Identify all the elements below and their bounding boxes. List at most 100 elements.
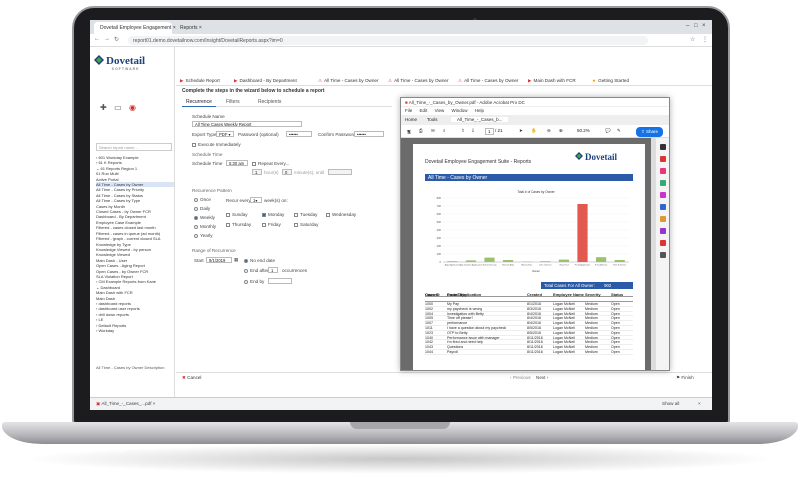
page-number-field[interactable]: 1 bbox=[485, 128, 494, 135]
end-after-radio[interactable]: End after bbox=[244, 268, 269, 273]
no-end-date-radio[interactable]: No end date bbox=[244, 258, 275, 263]
print-icon[interactable]: ⎙ bbox=[419, 128, 423, 133]
day-friday[interactable]: Friday bbox=[262, 222, 281, 227]
save-icon[interactable]: 🖫 bbox=[407, 128, 411, 136]
export-pdf-icon[interactable] bbox=[659, 156, 666, 162]
day-sunday[interactable]: Sunday bbox=[226, 212, 248, 217]
browser-tab[interactable]: Dovetail Employee Engagement × bbox=[94, 22, 176, 34]
x-axis-label: Owner bbox=[532, 269, 540, 273]
pattern-monthly[interactable]: Monthly bbox=[194, 224, 216, 229]
tab-report[interactable]: ⚠ All Time - Cases by Owner bbox=[318, 78, 379, 84]
repeat-every-checkbox[interactable]: Repeat Every... bbox=[252, 161, 289, 166]
share-button[interactable]: ⇪ Share bbox=[635, 127, 663, 137]
close-download-bar-icon[interactable]: × bbox=[698, 401, 701, 406]
pattern-once[interactable]: Once bbox=[194, 197, 211, 202]
tab-report[interactable]: ⚠ All Time - Cases by Owner bbox=[458, 78, 519, 84]
page-up-icon[interactable]: ⇧ bbox=[461, 128, 465, 134]
protect-icon[interactable] bbox=[659, 240, 666, 246]
day-wednesday[interactable]: Wednesday bbox=[326, 212, 356, 217]
show-all-button[interactable]: Show all bbox=[662, 401, 679, 406]
day-monday[interactable]: Monday bbox=[262, 212, 284, 217]
fill-sign-icon[interactable] bbox=[659, 228, 666, 234]
calendar-icon[interactable]: ▦ bbox=[234, 257, 238, 263]
end-by-field[interactable] bbox=[268, 278, 292, 284]
zoom-in-icon[interactable]: ⊕ bbox=[559, 128, 563, 134]
comment-icon[interactable]: 💬 bbox=[605, 128, 611, 134]
pattern-daily[interactable]: Daily bbox=[194, 206, 210, 211]
tab-filters[interactable]: Filters bbox=[222, 98, 244, 106]
hand-icon[interactable]: ✋ bbox=[531, 128, 537, 134]
cancel-button[interactable]: ✖ Cancel bbox=[182, 375, 201, 381]
report-tree: › 601 Workday Example › 61 K Reports ⌄ 61 … bbox=[96, 155, 174, 333]
folder-icon[interactable]: ▭ bbox=[114, 103, 122, 112]
create-pdf-icon[interactable] bbox=[659, 168, 666, 174]
add-icon[interactable]: ✚ bbox=[100, 103, 107, 112]
tree-item[interactable]: › Workday bbox=[96, 328, 174, 333]
zoom-tool-icon[interactable] bbox=[659, 144, 666, 150]
menu-edit[interactable]: Edit bbox=[420, 108, 428, 113]
close-icon[interactable]: × bbox=[702, 23, 706, 29]
minimize-icon[interactable]: – bbox=[686, 23, 689, 29]
search-icon[interactable]: ⌕ bbox=[443, 128, 446, 133]
export-type-select[interactable]: PDF ▾ bbox=[216, 131, 234, 137]
execute-immediately-checkbox[interactable]: Execute Immediately bbox=[192, 142, 241, 147]
next-button[interactable]: Next › bbox=[536, 375, 548, 380]
day-thursday[interactable]: Thursday bbox=[226, 222, 251, 227]
previous-button[interactable]: ‹ Previous bbox=[510, 375, 531, 380]
tab-schedule-report[interactable]: ▶ Schedule Report bbox=[180, 78, 220, 84]
star-icon[interactable]: ☆ bbox=[690, 36, 695, 43]
pdf-tab-home[interactable]: Home bbox=[405, 117, 417, 122]
organize-icon[interactable] bbox=[659, 204, 666, 210]
tab-report[interactable]: ⚠ All Time - Cases by Owner bbox=[388, 78, 449, 84]
edit-pdf-icon[interactable] bbox=[659, 180, 666, 186]
pdf-tab-document[interactable]: All_Time_-_Cases_b... bbox=[451, 117, 509, 122]
more-tools-icon[interactable] bbox=[659, 252, 666, 258]
record-icon[interactable]: ◉ bbox=[129, 103, 136, 112]
page-down-icon[interactable]: ⇩ bbox=[471, 128, 475, 134]
report-search-input[interactable]: Search report name... bbox=[96, 143, 172, 151]
menu-window[interactable]: Window bbox=[452, 108, 468, 113]
menu-icon[interactable]: ⋮ bbox=[702, 36, 708, 43]
day-saturday[interactable]: Saturday bbox=[294, 222, 318, 227]
back-icon[interactable]: ← bbox=[94, 36, 100, 42]
end-by-radio[interactable]: End by bbox=[244, 279, 264, 284]
end-after-field[interactable]: 1 bbox=[268, 267, 278, 273]
password-field[interactable]: •••••• bbox=[286, 131, 312, 137]
tab-report[interactable]: ▶ Main Dash with FCR bbox=[528, 78, 576, 84]
day-tuesday[interactable]: Tuesday bbox=[294, 212, 317, 217]
select-icon[interactable]: ➤ bbox=[519, 128, 523, 134]
zoom-out-icon[interactable]: ⊖ bbox=[547, 128, 551, 134]
url-field[interactable]: report01.demo.dovetailnow.com/Insight/Do… bbox=[128, 36, 648, 45]
until-field[interactable] bbox=[328, 169, 352, 175]
comment-tool-icon[interactable] bbox=[659, 216, 666, 222]
tab-recurrence[interactable]: Recurrence bbox=[182, 98, 216, 107]
forward-icon[interactable]: → bbox=[104, 36, 110, 42]
pattern-weekly[interactable]: Weekly bbox=[194, 215, 215, 220]
tab-getting-started[interactable]: ★ Getting Started bbox=[592, 78, 629, 84]
wizard-tabs: Recurrence Filters Recipients bbox=[182, 98, 392, 107]
tab-report[interactable]: ▶ Dashboard - By Department bbox=[234, 78, 297, 84]
reload-icon[interactable]: ↻ bbox=[114, 36, 119, 43]
minutes-field[interactable]: 0 bbox=[282, 169, 292, 175]
maximize-icon[interactable]: □ bbox=[694, 23, 698, 29]
tab-recipients[interactable]: Recipients bbox=[254, 98, 285, 106]
menu-help[interactable]: Help bbox=[475, 108, 484, 113]
download-item[interactable]: ▣ All_Time_-_Cases_...pdf ˄ bbox=[96, 401, 155, 407]
pdf-tab-tools[interactable]: Tools bbox=[427, 117, 438, 122]
menu-view[interactable]: View bbox=[435, 108, 445, 113]
combine-icon[interactable] bbox=[659, 192, 666, 198]
start-date-field[interactable]: 9/1/2019 bbox=[206, 257, 232, 263]
menu-file[interactable]: File bbox=[405, 108, 412, 113]
finish-button[interactable]: ⚑ Finish bbox=[676, 375, 694, 381]
schedule-time-field[interactable]: 5:30 am bbox=[226, 160, 248, 166]
browser-tab[interactable]: Reports × bbox=[174, 22, 252, 34]
schedule-name-field[interactable]: All Time Cases Weekly Report bbox=[192, 121, 302, 127]
hours-field[interactable]: 1 bbox=[252, 169, 262, 175]
zoom-field[interactable]: 50.2% bbox=[577, 128, 590, 133]
confirm-password-field[interactable]: •••••• bbox=[354, 131, 384, 137]
pattern-yearly[interactable]: Yearly bbox=[194, 233, 213, 238]
recur-every-field[interactable]: 1▾ bbox=[250, 197, 262, 203]
email-icon[interactable]: ✉ bbox=[431, 128, 435, 134]
table-cell: Logan McNeil bbox=[553, 330, 575, 335]
pen-icon[interactable]: ✎ bbox=[617, 128, 621, 134]
